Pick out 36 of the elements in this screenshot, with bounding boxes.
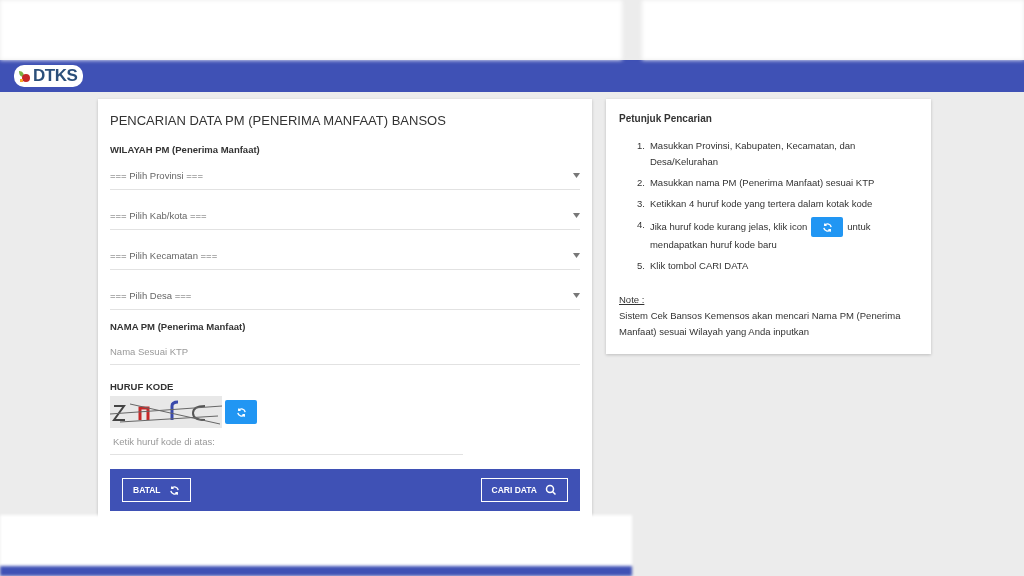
- field-label: HURUF KODE: [110, 381, 175, 392]
- dropdown[interactable]: === Pilih Kab/kota ===: [110, 201, 580, 230]
- dropdown-caret-icon: [573, 292, 580, 298]
- step-text: Masukkan nama PM (Penerima Manfaat) sesuai KTP: [649, 176, 876, 190]
- refresh-icon: [235, 406, 247, 418]
- step-text: Klik tombol CARI DATA: [649, 259, 750, 273]
- field-label: WILAYAH PM (Penerima Manfaat): [110, 144, 261, 155]
- search-icon: [545, 484, 557, 496]
- step-text: Masukkan Provinsi, Kabupaten, Kecamatan, dan Desa/Kelurahan: [649, 139, 857, 169]
- step-number: 1.: [637, 139, 645, 153]
- form-title: PENCARIAN DATA PM (PENERIMA MANFAAT) BANSOS: [110, 113, 447, 128]
- step-number: 2.: [637, 176, 645, 190]
- dropdown[interactable]: === Pilih Provinsi ===: [110, 161, 580, 190]
- step-text: mendapatkan huruf kode baru: [649, 238, 778, 252]
- dropdown[interactable]: === Pilih Kecamatan ===: [110, 241, 580, 270]
- dropdown-caret-icon: [573, 212, 580, 218]
- logo[interactable]: DTKS: [14, 65, 84, 87]
- leaf-heart-icon: [17, 69, 31, 83]
- refresh-icon: [168, 484, 180, 496]
- field-label: NAMA PM (Penerima Manfaat): [110, 321, 247, 332]
- search-button[interactable]: CARI DATA: [480, 478, 568, 502]
- step-number: 3.: [637, 197, 645, 211]
- refresh-button[interactable]: [225, 400, 257, 424]
- step-text: Ketikkan 4 huruf kode yang tertera dalam kotak kode: [649, 197, 874, 211]
- step-text: untuk: [847, 220, 871, 234]
- help-title: Petunjuk Pencarian: [619, 113, 713, 124]
- dropdown[interactable]: === Pilih Desa ===: [110, 281, 580, 310]
- step-text: Jika huruf kode kurang jelas, klik icon: [649, 220, 808, 234]
- dropdown-caret-icon: [573, 172, 580, 178]
- note-label: Note :: [619, 294, 646, 305]
- step-number: 4.: [637, 218, 645, 232]
- dropdown-caret-icon: [573, 252, 580, 258]
- note-text: Sistem Cek Bansos Kemensos akan mencari Nama PM (Penerima Manfaat) sesuai Wilayah yang Anda inputkan: [619, 309, 902, 339]
- cancel-button[interactable]: BATAL: [122, 478, 191, 502]
- step-number: 5.: [637, 259, 645, 273]
- refresh-icon: [821, 221, 833, 233]
